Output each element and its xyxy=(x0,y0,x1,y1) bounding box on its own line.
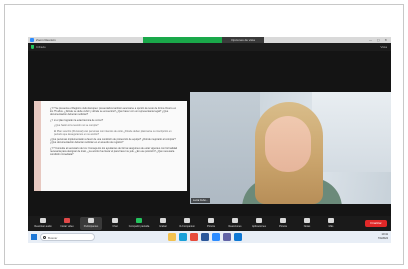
video-background-window xyxy=(312,92,391,172)
toolbar-label: Más xyxy=(328,225,334,228)
participant-face xyxy=(265,116,311,172)
edge-browser-icon[interactable] xyxy=(179,233,187,241)
toolbar-button-microphone-muted[interactable]: Reactivar audio xyxy=(32,217,54,230)
whiteboard-icon xyxy=(208,218,214,223)
heart-icon xyxy=(232,218,238,223)
view-mode-button[interactable]: Vista xyxy=(380,43,387,51)
meeting-content: ¿Y? Se presenta el Registro Judo Europeo… xyxy=(28,51,391,216)
zoom-app-icon[interactable] xyxy=(212,233,220,241)
shield-icon[interactable] xyxy=(31,45,34,49)
participant-video[interactable]: Lucía Cubo... xyxy=(190,92,391,204)
toolbar-button-notes[interactable]: Pizarra xyxy=(272,217,294,230)
toolbar-button-apps[interactable]: Aplicaciones xyxy=(248,217,270,230)
sparkle-icon xyxy=(184,218,190,223)
toolbar-button-doc[interactable]: Notas xyxy=(296,217,318,230)
toolbar-label: Pizarra xyxy=(207,225,215,228)
windows-taskbar: Buscar 10:41 7/4/2024 xyxy=(28,231,391,243)
toolbar-label: IA Companion xyxy=(179,225,195,228)
toolbar-label: Grabar xyxy=(159,225,167,228)
toolbar-label: Aplicaciones xyxy=(251,225,267,228)
taskbar-search[interactable]: Buscar xyxy=(40,233,95,241)
toolbar-button-video-off[interactable]: Iniciar video xyxy=(56,217,78,230)
participant-name-tag: Lucía Cubo... xyxy=(191,198,210,203)
toolbar-label: Participantes xyxy=(83,225,99,228)
store-app-icon[interactable] xyxy=(223,233,231,241)
word-app-icon[interactable] xyxy=(201,233,209,241)
apps-icon xyxy=(256,218,262,223)
search-placeholder: Buscar xyxy=(48,236,58,240)
record-icon xyxy=(160,218,166,223)
chrome-browser-icon[interactable] xyxy=(190,233,198,241)
shared-slide: ¿Y? Se presenta el Registro Judo Europeo… xyxy=(34,101,187,191)
toolbar-button-sparkle[interactable]: IA Companion xyxy=(176,217,198,230)
chat-icon xyxy=(112,218,118,223)
slide-bullet: ¿Y? Consulte al secretario de los: Conse… xyxy=(50,146,178,156)
slide-bullet: ¿Y? Se presenta el Registro Judo Europeo… xyxy=(50,107,177,116)
slide-accent-bar xyxy=(34,101,41,191)
toolbar-button-chat[interactable]: Chat xyxy=(104,217,126,230)
toolbar-label: Pizarra xyxy=(279,225,287,228)
end-meeting-button[interactable]: Finalizar xyxy=(365,220,387,227)
video-off-icon xyxy=(64,218,70,223)
slide-bullet: ¿Qué personas implementarán a favor de u… xyxy=(50,138,176,144)
slide-bullet: ¿Y si el plan lograrán la edad técnica d… xyxy=(50,118,104,122)
encryption-label: Cifrado xyxy=(36,45,46,49)
search-icon xyxy=(43,236,46,239)
notes-icon xyxy=(280,218,286,223)
toolbar-label: Iniciar video xyxy=(60,225,74,228)
toolbar-label: Chat xyxy=(112,225,118,228)
share-screen-icon xyxy=(136,218,142,223)
meeting-toolbar: Finalizar Reactivar audio Iniciar video Pa… xyxy=(28,216,391,231)
toolbar-button-heart[interactable]: Reacciones xyxy=(224,217,246,230)
system-tray[interactable]: 10:41 7/4/2024 xyxy=(378,231,388,240)
toolbar-label: Reacciones xyxy=(228,225,242,228)
toolbar-label: Notas xyxy=(303,225,311,228)
doc-icon xyxy=(304,218,310,223)
more-icon xyxy=(328,218,334,223)
toolbar-button-participants[interactable]: Participantes xyxy=(80,217,102,230)
slide-text-list: ¿Y? Se presenta el Registro Judo Europeo… xyxy=(50,107,178,158)
slide-bullet: ¿Qué harán si la reunión no se cumple? xyxy=(54,124,99,127)
toolbar-button-whiteboard[interactable]: Pizarra xyxy=(200,217,222,230)
windows-start-icon[interactable] xyxy=(31,234,37,240)
file-explorer-icon[interactable] xyxy=(168,233,176,241)
toolbar-button-more[interactable]: Más xyxy=(320,217,342,230)
slide-bullet: El Plan suscrito (Personal) van personas… xyxy=(54,129,172,136)
meeting-header: Cifrado Vista xyxy=(28,43,391,51)
clock-date: 7/4/2024 xyxy=(377,236,388,240)
microphone-muted-icon xyxy=(40,218,46,223)
mail-app-icon[interactable] xyxy=(234,233,242,241)
toolbar-button-share-screen[interactable]: Compartir pantalla xyxy=(128,217,150,230)
zoom-logo-icon xyxy=(30,38,34,42)
toolbar-button-record[interactable]: Grabar xyxy=(152,217,174,230)
toolbar-label: Compartir pantalla xyxy=(128,225,150,228)
toolbar-label: Reactivar audio xyxy=(34,225,52,228)
monitor-screen: Zoom Reunión Opciones de vista — ▢ ✕ Cif… xyxy=(28,37,391,243)
participants-icon xyxy=(88,218,94,223)
